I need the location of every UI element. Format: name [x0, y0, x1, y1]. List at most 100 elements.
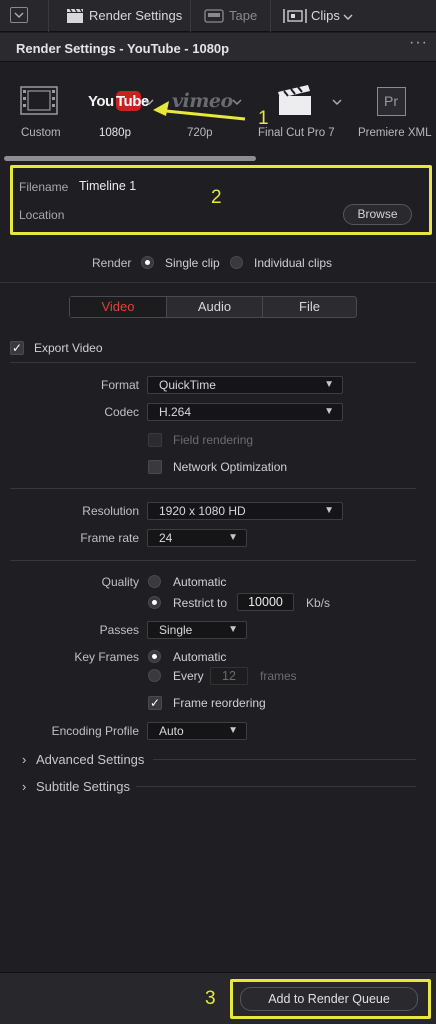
- quality-restrict-radio[interactable]: [148, 596, 161, 609]
- file-settings-box: Filename Timeline 1 Location Browse 2: [10, 165, 432, 235]
- scrollbar-thumb[interactable]: [4, 156, 256, 161]
- clapperboard-icon: [278, 85, 311, 115]
- add-to-render-queue-button[interactable]: Add to Render Queue: [240, 987, 418, 1011]
- quality-restrict-label: Restrict to: [173, 596, 228, 610]
- single-clip-radio[interactable]: [141, 256, 154, 269]
- chevron-down-icon: ▼: [228, 725, 238, 736]
- preset-youtube-1080p[interactable]: You Tube: [80, 63, 160, 155]
- frame-reordering-label: Frame reordering: [173, 696, 266, 710]
- tape-tab[interactable]: Tape: [202, 0, 266, 32]
- chevron-right-icon: ›: [22, 779, 27, 794]
- individual-clips-radio[interactable]: [230, 256, 243, 269]
- more-options-icon[interactable]: ···: [409, 34, 428, 52]
- youtube-logo: You Tube: [88, 91, 149, 111]
- render-settings-tab[interactable]: Render Settings: [64, 0, 188, 32]
- footer-bar: 3 Add to Render Queue: [0, 973, 436, 1024]
- annotation-number-2: 2: [211, 187, 222, 208]
- key-frames-every-radio[interactable]: [148, 669, 161, 682]
- key-frames-every-input[interactable]: 12: [210, 667, 248, 685]
- preset-scrollbar[interactable]: [0, 156, 436, 162]
- passes-dropdown[interactable]: Single ▼: [147, 621, 247, 639]
- frame-rate-label: Frame rate: [80, 531, 139, 545]
- quality-automatic-radio[interactable]: [148, 575, 161, 588]
- passes-label: Passes: [99, 623, 139, 637]
- codec-value: H.264: [159, 405, 192, 419]
- subtitle-settings-label: Subtitle Settings: [36, 779, 130, 794]
- resolution-dropdown[interactable]: 1920 x 1080 HD ▼: [147, 502, 343, 520]
- tape-label: Tape: [229, 8, 258, 23]
- tape-icon: [204, 9, 224, 23]
- render-settings-label: Render Settings: [89, 8, 183, 23]
- annotation-number-1: 1: [258, 108, 269, 129]
- panel-toggle-icon[interactable]: [10, 7, 28, 23]
- key-frames-automatic-label: Automatic: [173, 650, 227, 664]
- key-frames-frames-unit: frames: [260, 669, 297, 683]
- filename-label: Filename: [19, 180, 69, 194]
- encoding-profile-dropdown[interactable]: Auto ▼: [147, 722, 247, 740]
- encoding-profile-value: Auto: [159, 724, 184, 738]
- annotation-arrow-icon: [153, 101, 246, 121]
- resolution-value: 1920 x 1080 HD: [159, 504, 246, 518]
- frame-reordering-checkbox[interactable]: ✓: [148, 696, 162, 710]
- chevron-down-icon: [332, 99, 342, 105]
- codec-label: Codec: [104, 405, 139, 419]
- key-frames-every-label: Every: [173, 669, 204, 683]
- browse-button[interactable]: Browse: [343, 204, 412, 225]
- advanced-settings-section[interactable]: › Advanced Settings: [18, 750, 418, 768]
- clips-tab[interactable]: Clips: [280, 0, 370, 32]
- subtitle-settings-section[interactable]: › Subtitle Settings: [18, 777, 418, 795]
- network-optimization-label: Network Optimization: [173, 460, 288, 474]
- preset-label-720p: 720p: [187, 127, 213, 139]
- export-video-checkbox[interactable]: ✓: [10, 341, 24, 355]
- advanced-settings-label: Advanced Settings: [36, 752, 145, 767]
- preset-premiere-xml[interactable]: Pr: [356, 63, 434, 155]
- quality-label: Quality: [101, 575, 139, 589]
- bitrate-input[interactable]: 10000: [237, 593, 294, 611]
- chevron-down-icon: ▼: [228, 532, 238, 543]
- format-label: Format: [100, 378, 139, 392]
- encoding-profile-label: Encoding Profile: [51, 724, 139, 738]
- render-label: Render: [92, 256, 132, 270]
- preset-label-premiere-xml: Premiere XML: [358, 127, 432, 139]
- annotation-number-3: 3: [205, 988, 216, 1009]
- chevron-down-icon: ▼: [324, 379, 334, 390]
- individual-clips-label: Individual clips: [254, 256, 333, 270]
- passes-value: Single: [159, 623, 193, 637]
- tab-audio[interactable]: Audio: [167, 297, 262, 317]
- chevron-down-icon: [343, 14, 353, 20]
- field-rendering-checkbox[interactable]: [148, 433, 162, 447]
- filename-input[interactable]: Timeline 1: [79, 179, 136, 193]
- chevron-right-icon: ›: [22, 752, 27, 767]
- quality-automatic-label: Automatic: [173, 575, 227, 589]
- location-label: Location: [19, 208, 65, 222]
- chevron-down-icon: ▼: [324, 505, 334, 516]
- film-strip-icon: [20, 86, 58, 115]
- clips-icon: [283, 9, 307, 23]
- bitrate-unit: Kb/s: [306, 596, 331, 610]
- single-clip-label: Single clip: [165, 256, 220, 270]
- export-video-label: Export Video: [34, 341, 103, 355]
- top-toolbar: Render Settings Tape Clips: [0, 0, 436, 32]
- settings-tabs: Video Audio File: [69, 296, 357, 318]
- tab-file[interactable]: File: [263, 297, 356, 317]
- preset-label-custom: Custom: [21, 127, 61, 139]
- panel-title-bar: Render Settings - YouTube - 1080p ···: [0, 33, 436, 62]
- clips-label: Clips: [311, 8, 340, 23]
- preset-label-final-cut-pro-7: Final Cut Pro 7: [258, 127, 335, 139]
- tab-video[interactable]: Video: [70, 297, 166, 317]
- format-value: QuickTime: [159, 378, 216, 392]
- field-rendering-label: Field rendering: [173, 433, 254, 447]
- frame-rate-dropdown[interactable]: 24 ▼: [147, 529, 247, 547]
- premiere-icon: Pr: [377, 87, 406, 116]
- preset-custom[interactable]: [6, 63, 76, 155]
- resolution-label: Resolution: [82, 504, 139, 518]
- clapperboard-icon: [67, 8, 83, 23]
- chevron-down-icon: ▼: [228, 624, 238, 635]
- key-frames-label: Key Frames: [74, 650, 139, 664]
- frame-rate-value: 24: [159, 531, 173, 545]
- key-frames-automatic-radio[interactable]: [148, 650, 161, 663]
- chevron-down-icon: ▼: [324, 406, 334, 417]
- codec-dropdown[interactable]: H.264 ▼: [147, 403, 343, 421]
- format-dropdown[interactable]: QuickTime ▼: [147, 376, 343, 394]
- network-optimization-checkbox[interactable]: [148, 460, 162, 474]
